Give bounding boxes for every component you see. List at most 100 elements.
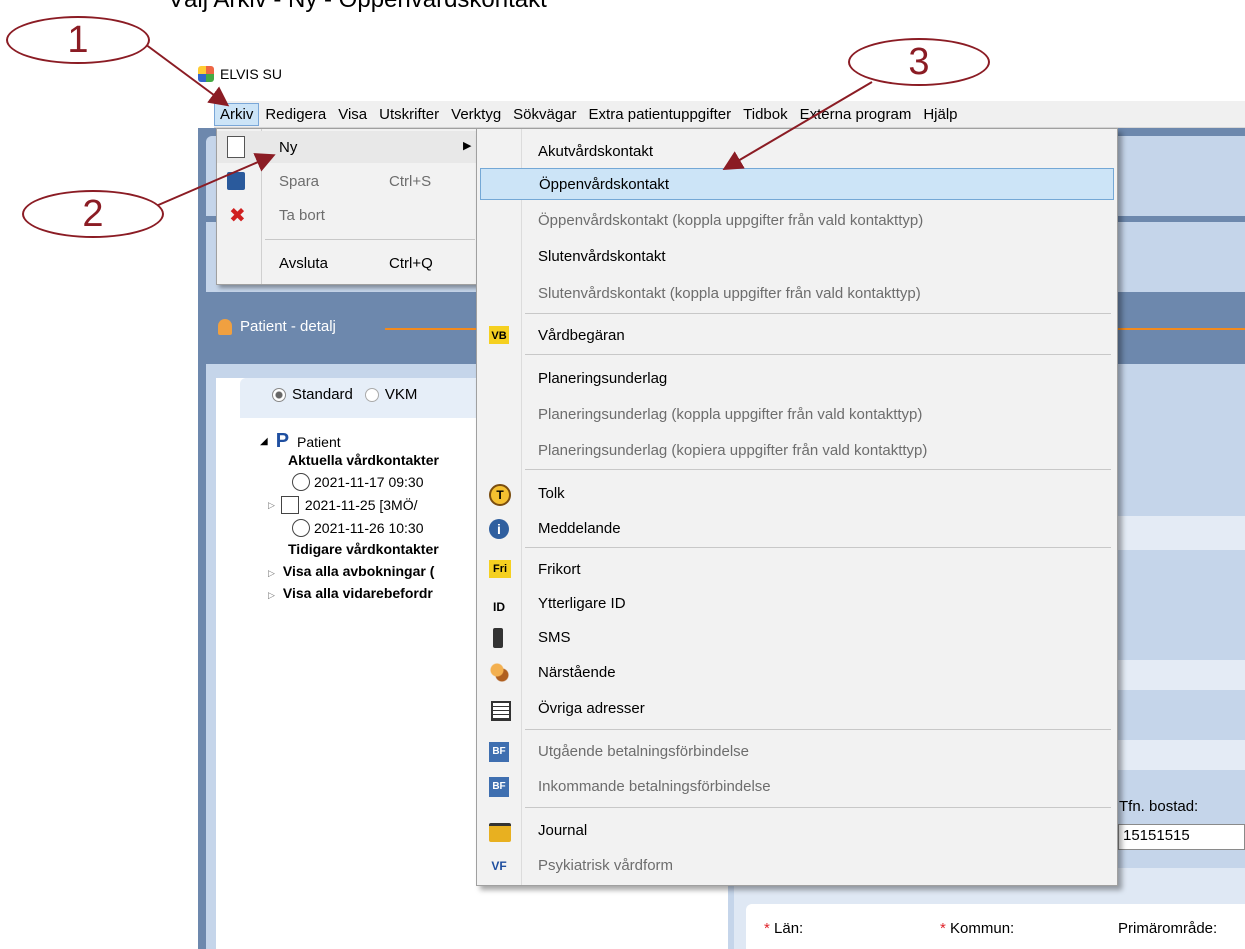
person-icon <box>218 318 232 335</box>
ny-item-label: Meddelande <box>538 520 621 537</box>
menu-arkiv[interactable]: Arkiv <box>214 102 260 126</box>
ny-oppenvardskontakt[interactable]: Öppenvårdskontakt <box>480 168 1114 200</box>
menu-separator <box>525 729 1111 730</box>
phone-field[interactable]: 15151515 <box>1118 824 1245 850</box>
tree-referrals-label: Visa alla vidarebefordr <box>282 585 433 601</box>
tree-contact-3[interactable]: 2021-11-26 10:30 <box>292 519 424 537</box>
ny-frikort[interactable]: Fri Frikort <box>477 553 1117 587</box>
contact-clock-icon <box>292 519 310 537</box>
ny-oppenvardskontakt-koppla[interactable]: Öppenvårdskontakt (koppla uppgifter från… <box>477 204 1117 238</box>
menu-hjalp[interactable]: Hjälp <box>917 103 963 126</box>
menu-tidbok[interactable]: Tidbok <box>737 103 793 126</box>
ny-slutenvardskontakt-koppla[interactable]: Slutenvårdskontakt (koppla uppgifter frå… <box>477 277 1117 311</box>
instruction-caption: Välj Arkiv - Ny - Öppenvårdskontakt <box>168 0 547 14</box>
ny-item-label: Akutvårdskontakt <box>538 143 654 160</box>
arkiv-menu-ta-bort[interactable]: ✖ Ta bort <box>217 199 479 231</box>
menu-separator <box>525 354 1111 355</box>
lan-label: * Län: <box>764 920 804 937</box>
ny-item-label: Frikort <box>538 561 581 578</box>
ny-planeringsunderlag[interactable]: Planeringsunderlag <box>477 362 1117 396</box>
tree-contact-1[interactable]: 2021-11-17 09:30 <box>292 473 424 491</box>
menu-externa-program[interactable]: Externa program <box>794 103 918 126</box>
callout-2: 2 <box>22 190 164 238</box>
form-strip-1 <box>1116 516 1245 550</box>
radio-standard[interactable] <box>272 387 286 402</box>
delete-x-icon: ✖ <box>229 205 246 227</box>
radio-vkm-label: VKM <box>384 386 418 403</box>
id-icon: ID <box>493 600 505 614</box>
header-underline-right <box>1118 328 1245 330</box>
menubar: Arkiv Redigera Visa Utskrifter Verktyg S… <box>214 101 1245 128</box>
menu-redigera[interactable]: Redigera <box>259 103 332 126</box>
ny-item-label: Inkommande betalningsförbindelse <box>538 778 771 795</box>
app-title: ELVIS SU <box>220 66 282 82</box>
menu-extra-patientuppgifter[interactable]: Extra patientuppgifter <box>583 103 738 126</box>
patient-p-icon: P <box>275 430 290 452</box>
menu-sokvagar[interactable]: Sökvägar <box>507 103 582 126</box>
ny-item-label: Planeringsunderlag (koppla uppgifter frå… <box>538 406 923 423</box>
arkiv-menu-ta-bort-label: Ta bort <box>279 206 325 224</box>
tree-current-contacts[interactable]: Aktuella vårdkontakter <box>288 452 439 468</box>
contact-1-label: 2021-11-17 09:30 <box>314 474 424 490</box>
save-disk-icon <box>227 172 245 190</box>
arkiv-menu-avsluta-label: Avsluta <box>279 254 328 272</box>
ny-item-label: Planeringsunderlag (kopiera uppgifter fr… <box>538 442 928 459</box>
arkiv-menu-avsluta[interactable]: Avsluta Ctrl+Q <box>217 247 479 279</box>
view-radio-group: Standard VKM <box>272 386 417 403</box>
incoming-payment-icon: BF <box>489 777 509 797</box>
arkiv-menu-spara[interactable]: Spara Ctrl+S <box>217 165 479 197</box>
outgoing-payment-icon: BF <box>489 742 509 762</box>
ny-item-label: Närstående <box>538 664 616 681</box>
radio-vkm[interactable] <box>364 387 379 402</box>
tree-previous-contacts[interactable]: Tidigare vårdkontakter <box>288 541 439 557</box>
ny-inkommande-betalning[interactable]: BF Inkommande betalningsförbindelse <box>477 770 1117 804</box>
ny-akutvardskontakt[interactable]: Akutvårdskontakt <box>477 135 1117 169</box>
expand-triangle-icon[interactable]: ▷ <box>268 568 275 578</box>
ny-planeringsunderlag-koppla[interactable]: Planeringsunderlag (koppla uppgifter frå… <box>477 398 1117 432</box>
tree-referrals[interactable]: ▷ Visa alla vidarebefordr <box>268 585 433 601</box>
tree-root[interactable]: ◢ P Patient <box>260 430 341 453</box>
collapse-triangle-icon[interactable]: ◢ <box>260 436 268 447</box>
radio-standard-label: Standard <box>292 386 353 403</box>
contact-calendar-icon <box>280 496 299 514</box>
ny-item-label: Öppenvårdskontakt <box>539 176 670 193</box>
frikort-icon: Fri <box>489 560 511 578</box>
ny-submenu: Akutvårdskontakt Öppenvårdskontakt Öppen… <box>476 128 1118 886</box>
arkiv-menu-ny[interactable]: Ny ▶ <box>217 131 479 163</box>
expand-triangle-icon[interactable]: ▷ <box>268 500 275 511</box>
new-document-icon <box>227 136 245 158</box>
phone-label: Tfn. bostad: <box>1119 798 1199 815</box>
arkiv-menu: Ny ▶ Spara Ctrl+S ✖ Ta bort Avsluta Ctrl… <box>216 128 480 285</box>
ny-item-label: Utgående betalningsförbindelse <box>538 743 749 760</box>
ny-item-label: Slutenvårdskontakt <box>538 248 666 265</box>
ny-item-label: Slutenvårdskontakt (koppla uppgifter frå… <box>538 285 921 302</box>
patient-detail-title: Patient - detalj <box>240 318 336 335</box>
menu-verktyg[interactable]: Verktyg <box>445 103 507 126</box>
ny-item-label: Övriga adresser <box>538 700 645 717</box>
arkiv-menu-avsluta-shortcut: Ctrl+Q <box>389 254 433 272</box>
ny-psykiatrisk-vardform[interactable]: VF Psykiatrisk vårdform <box>477 849 1117 883</box>
ny-vardbegaran[interactable]: VB Vårdbegäran <box>477 319 1117 353</box>
ny-planeringsunderlag-kopiera[interactable]: Planeringsunderlag (kopiera uppgifter fr… <box>477 434 1117 468</box>
ny-tolk[interactable]: T Tolk <box>477 477 1117 511</box>
ny-journal[interactable]: Journal <box>477 814 1117 848</box>
callout-3: 3 <box>848 38 990 86</box>
menu-visa[interactable]: Visa <box>332 103 373 126</box>
ny-narstaende[interactable]: Närstående <box>477 656 1117 690</box>
ny-sms[interactable]: SMS <box>477 621 1117 655</box>
mobile-phone-icon <box>493 628 503 648</box>
menu-separator <box>525 547 1111 548</box>
tree-cancellations[interactable]: ▷ Visa alla avbokningar ( <box>268 563 434 579</box>
tree-contact-2[interactable]: ▷ 2021-11-25 [3MÖ/ <box>268 496 418 514</box>
ny-utgaende-betalning[interactable]: BF Utgående betalningsförbindelse <box>477 735 1117 769</box>
expand-triangle-icon[interactable]: ▷ <box>268 590 275 600</box>
elvis-logo-icon <box>198 66 214 82</box>
vb-icon: VB <box>489 326 509 344</box>
ny-ovriga-adresser[interactable]: Övriga adresser <box>477 692 1117 726</box>
ny-item-label: SMS <box>538 629 571 646</box>
ny-ytterligare-id[interactable]: ID Ytterligare ID <box>477 587 1117 621</box>
ny-meddelande[interactable]: i Meddelande <box>477 512 1117 546</box>
ny-item-label: Vårdbegäran <box>538 327 625 344</box>
menu-utskrifter[interactable]: Utskrifter <box>373 103 445 126</box>
ny-slutenvardskontakt[interactable]: Slutenvårdskontakt <box>477 240 1117 274</box>
